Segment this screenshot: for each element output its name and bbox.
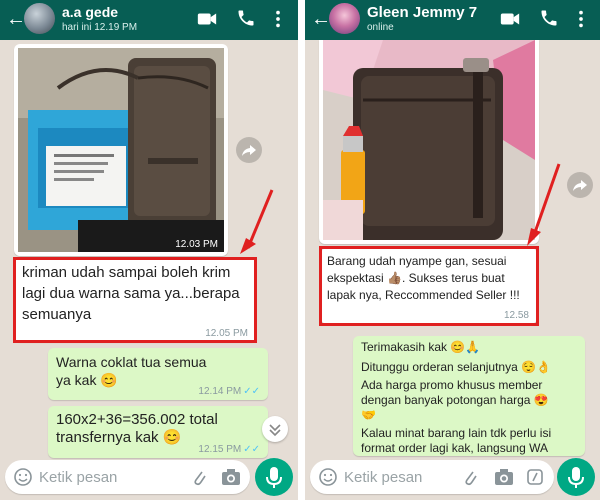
- avatar[interactable]: [329, 3, 360, 34]
- scroll-down-button[interactable]: [262, 416, 288, 442]
- mic-icon: [266, 467, 282, 488]
- message-time: 12.03 PM: [175, 239, 218, 250]
- contact-name[interactable]: a.a gede: [62, 4, 118, 20]
- image-message[interactable]: 12.03 PM: [14, 44, 228, 256]
- message-composer: [0, 455, 298, 500]
- attach-icon[interactable]: [191, 468, 207, 486]
- more-options-icon[interactable]: [274, 8, 282, 30]
- message-line: Kalau minat barang lain tdk perlu isi fo…: [361, 426, 552, 455]
- phone-icon[interactable]: [236, 8, 256, 28]
- message-meta: 12.14 PM ✓✓: [198, 386, 260, 397]
- emoji-icon[interactable]: [13, 467, 33, 487]
- red-arrow-icon: [240, 189, 274, 254]
- outgoing-message[interactable]: 160x2+36=356.002 total transfernya kak 😊…: [48, 406, 268, 458]
- share-button[interactable]: [567, 172, 593, 198]
- outgoing-message[interactable]: Terimakasih kak 😊🙏 Ditunggu orderan sela…: [353, 336, 585, 456]
- mic-button[interactable]: [255, 458, 293, 496]
- share-icon: [573, 180, 587, 191]
- image-message[interactable]: [319, 40, 539, 244]
- message-meta: 12.15 PM ✓✓: [198, 444, 260, 455]
- mic-button[interactable]: [557, 458, 595, 496]
- last-seen-status: hari ini 12.19 PM: [62, 22, 138, 33]
- online-status: online: [367, 22, 394, 33]
- message-input[interactable]: [344, 466, 454, 488]
- payment-icon[interactable]: [526, 468, 544, 486]
- highlight-box: [319, 246, 539, 326]
- message-line: Terimakasih kak 😊🙏: [361, 340, 481, 354]
- read-ticks-icon: ✓✓: [243, 386, 260, 397]
- video-call-icon[interactable]: [196, 8, 218, 30]
- message-list[interactable]: Barang udah nyampe gan, sesuai ekspektas…: [305, 40, 600, 456]
- outgoing-message[interactable]: Warna coklat tua semua ya kak 😊 12.14 PM…: [48, 348, 268, 400]
- message-line: Ada harga promo khusus member dengan ban…: [361, 378, 549, 422]
- message-composer: [305, 455, 600, 500]
- message-input-container[interactable]: [5, 460, 250, 494]
- message-time: 12.14 PM: [198, 386, 242, 397]
- chat-screen-left: ← a.a gede hari ini 12.19 PM 12.03 PM kr…: [0, 0, 298, 500]
- more-options-icon[interactable]: [577, 8, 585, 30]
- highlight-box: [13, 257, 257, 343]
- message-input[interactable]: [39, 466, 179, 488]
- back-arrow-icon[interactable]: ←: [6, 8, 26, 30]
- video-call-icon[interactable]: [499, 8, 521, 30]
- scroll-down-icon: [269, 424, 281, 437]
- share-button[interactable]: [236, 137, 262, 163]
- message-text: Warna coklat tua semua ya kak 😊: [56, 354, 207, 388]
- avatar[interactable]: [24, 3, 55, 34]
- emoji-icon[interactable]: [318, 467, 338, 487]
- read-ticks-icon: ✓✓: [243, 444, 260, 455]
- message-time: 12.15 PM: [198, 444, 242, 455]
- chat-screen-right: ← Gleen Jemmy 7 online Barang udah nyamp…: [305, 0, 600, 500]
- product-photo[interactable]: [323, 40, 535, 240]
- contact-name[interactable]: Gleen Jemmy 7: [367, 4, 477, 21]
- message-list[interactable]: 12.03 PM kriman udah sampai boleh krim l…: [0, 40, 298, 458]
- message-input-container[interactable]: [310, 460, 554, 494]
- back-arrow-icon[interactable]: ←: [311, 8, 331, 30]
- message-text: 160x2+36=356.002 total transfernya kak 😊: [56, 411, 218, 446]
- camera-icon[interactable]: [221, 468, 241, 486]
- phone-icon[interactable]: [539, 8, 559, 28]
- chat-header: ← Gleen Jemmy 7 online: [305, 0, 600, 40]
- mic-icon: [568, 467, 584, 488]
- red-arrow-icon: [527, 163, 561, 246]
- share-icon: [242, 145, 256, 156]
- product-photo[interactable]: [18, 48, 224, 252]
- camera-icon[interactable]: [494, 468, 514, 486]
- chat-header: ← a.a gede hari ini 12.19 PM: [0, 0, 298, 40]
- attach-icon[interactable]: [462, 468, 478, 486]
- message-line: Ditunggu orderan selanjutnya 😌👌: [361, 360, 551, 374]
